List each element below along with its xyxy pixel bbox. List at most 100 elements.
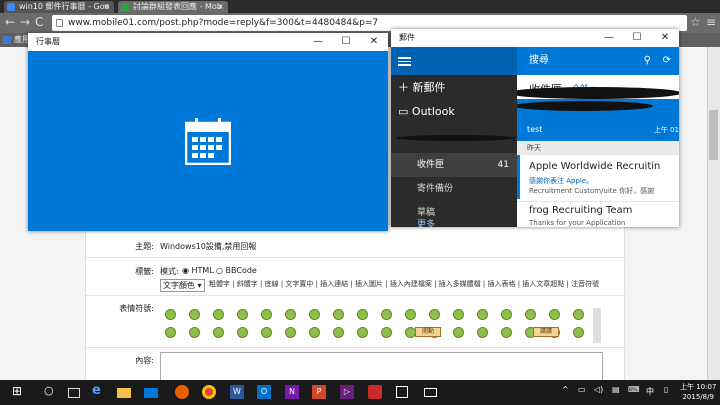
- sync-icon[interactable]: ⟳: [663, 47, 671, 75]
- emoticon[interactable]: [501, 327, 512, 338]
- action-center-icon[interactable]: ▤: [612, 385, 620, 394]
- emoticon[interactable]: [573, 327, 584, 338]
- maximize-icon[interactable]: ☐: [332, 33, 360, 51]
- hamburger-icon[interactable]: [398, 57, 411, 66]
- edge-icon[interactable]: e: [92, 383, 106, 398]
- notification-icon[interactable]: ▯: [664, 385, 668, 394]
- emoticon[interactable]: [381, 309, 392, 320]
- emoticon[interactable]: [357, 327, 368, 338]
- emoticon[interactable]: [333, 327, 344, 338]
- powerpoint-icon[interactable]: P: [312, 385, 326, 399]
- emoticon[interactable]: [477, 327, 488, 338]
- minimize-icon[interactable]: —: [595, 29, 623, 47]
- folder-drafts[interactable]: 草稿: [391, 201, 517, 225]
- emoticon[interactable]: [189, 309, 200, 320]
- network-icon[interactable]: ▭: [578, 385, 586, 394]
- emoticon[interactable]: [309, 327, 320, 338]
- firefox-icon[interactable]: [175, 385, 189, 399]
- emoticon[interactable]: [453, 309, 464, 320]
- emoticon[interactable]: [309, 309, 320, 320]
- emoticon[interactable]: [381, 327, 392, 338]
- emoticon[interactable]: [429, 309, 440, 320]
- emoticon-button[interactable]: 讚讚: [533, 327, 559, 337]
- tab-google[interactable]: win10 郵件行事曆 - Goo ×: [4, 1, 114, 13]
- calendar-window: 行事曆 — ☐ ✕: [28, 33, 388, 231]
- more-folders-link[interactable]: 更多: [417, 217, 435, 230]
- mode-bbcode-radio[interactable]: ○ BBCode: [216, 266, 257, 275]
- calendar-titlebar[interactable]: 行事曆 — ☐ ✕: [28, 33, 388, 51]
- bookmark-star-icon[interactable]: ☆: [690, 15, 701, 29]
- text-color-select[interactable]: 文字顏色 ▾: [160, 279, 205, 292]
- emoticon[interactable]: [261, 327, 272, 338]
- file-explorer-icon[interactable]: [117, 388, 131, 398]
- task-view-icon[interactable]: [68, 388, 80, 398]
- reload-icon[interactable]: C: [35, 15, 43, 29]
- message-selected[interactable]: test 上午 01: [517, 99, 679, 141]
- calendar-title: 行事曆: [36, 37, 60, 46]
- message-item[interactable]: frog Recruiting Team Thanks for your App…: [517, 202, 679, 227]
- new-mail-button[interactable]: ＋ 新郵件: [398, 79, 446, 95]
- emoticon[interactable]: [333, 309, 344, 320]
- keyboard-icon[interactable]: ⌨: [628, 385, 640, 394]
- start-icon[interactable]: ⊞: [12, 384, 26, 398]
- close-tab-icon[interactable]: ×: [217, 1, 224, 13]
- emoticon[interactable]: [405, 309, 416, 320]
- folder-sent[interactable]: 寄件備份: [391, 177, 517, 201]
- scrollbar-thumb[interactable]: [709, 110, 718, 160]
- back-icon[interactable]: ←: [5, 15, 15, 29]
- account-outlook[interactable]: ▭ Outlook: [398, 105, 455, 118]
- emoticon[interactable]: [573, 309, 584, 320]
- volume-icon[interactable]: ◁): [594, 385, 603, 394]
- emoticon[interactable]: [165, 327, 176, 338]
- emoticon-grid: 開動 讚讚: [165, 307, 590, 342]
- emoticon[interactable]: [285, 327, 296, 338]
- close-tab-icon[interactable]: ×: [103, 1, 110, 13]
- visual-studio-icon[interactable]: ▷: [340, 385, 354, 399]
- emoticon-button[interactable]: 開動: [415, 327, 441, 337]
- emoticon[interactable]: [237, 309, 248, 320]
- mail-taskbar-icon[interactable]: [424, 388, 437, 397]
- emoticon[interactable]: [549, 309, 560, 320]
- emoticon[interactable]: [501, 309, 512, 320]
- tray-up-icon[interactable]: ^: [562, 385, 569, 394]
- mode-html-radio[interactable]: ◉ HTML: [182, 266, 214, 275]
- folder-inbox[interactable]: 收件匣 41: [391, 153, 517, 177]
- emoticon-scrollbar[interactable]: [593, 308, 601, 343]
- emoticon[interactable]: [525, 309, 536, 320]
- emoticon[interactable]: [357, 309, 368, 320]
- outlook-icon[interactable]: O: [257, 385, 271, 399]
- system-clock[interactable]: 上午 10:07 2015/8/9: [680, 382, 716, 402]
- emoticon[interactable]: [477, 309, 488, 320]
- forward-icon[interactable]: →: [20, 15, 30, 29]
- search-icon[interactable]: ⚲: [644, 47, 651, 75]
- search-icon[interactable]: ○: [44, 384, 58, 398]
- emoticon[interactable]: [189, 327, 200, 338]
- close-icon[interactable]: ✕: [651, 29, 679, 47]
- emoticon[interactable]: [453, 327, 464, 338]
- emoticon[interactable]: [261, 309, 272, 320]
- message-item[interactable]: Apple Worldwide Recruitin 感謝你表注 Apple。 R…: [517, 155, 679, 199]
- content-textarea[interactable]: [160, 352, 603, 382]
- menu-icon[interactable]: ≡: [706, 15, 716, 29]
- calendar-taskbar-icon[interactable]: [396, 386, 408, 398]
- store-icon[interactable]: [144, 388, 158, 398]
- maximize-icon[interactable]: ☐: [623, 29, 651, 47]
- search-label[interactable]: 搜尋: [529, 55, 549, 66]
- emoticon[interactable]: [285, 309, 296, 320]
- minimize-icon[interactable]: —: [304, 33, 332, 51]
- emoticon[interactable]: [213, 327, 224, 338]
- emoticon[interactable]: [165, 309, 176, 320]
- word-icon[interactable]: W: [230, 385, 244, 399]
- subject-input[interactable]: Windows10設備,禁用回報: [160, 241, 256, 252]
- close-icon[interactable]: ✕: [360, 33, 388, 51]
- onenote-icon[interactable]: N: [285, 385, 299, 399]
- app-icon[interactable]: [368, 385, 382, 399]
- chrome-icon[interactable]: [202, 385, 216, 399]
- page-scrollbar[interactable]: [707, 47, 720, 380]
- ime-indicator[interactable]: 中: [646, 386, 654, 397]
- editor-toolbar[interactable]: 粗體字 | 斜體字 | 底線 | 文字置中 | 插入連結 | 插入圖片 | 插入…: [209, 279, 599, 289]
- emoticon[interactable]: [237, 327, 248, 338]
- mail-titlebar[interactable]: 郵件 — ☐ ✕: [391, 29, 679, 47]
- emoticon[interactable]: [213, 309, 224, 320]
- tab-mobile01[interactable]: 討論群組發表回應 - Mob ×: [118, 1, 228, 13]
